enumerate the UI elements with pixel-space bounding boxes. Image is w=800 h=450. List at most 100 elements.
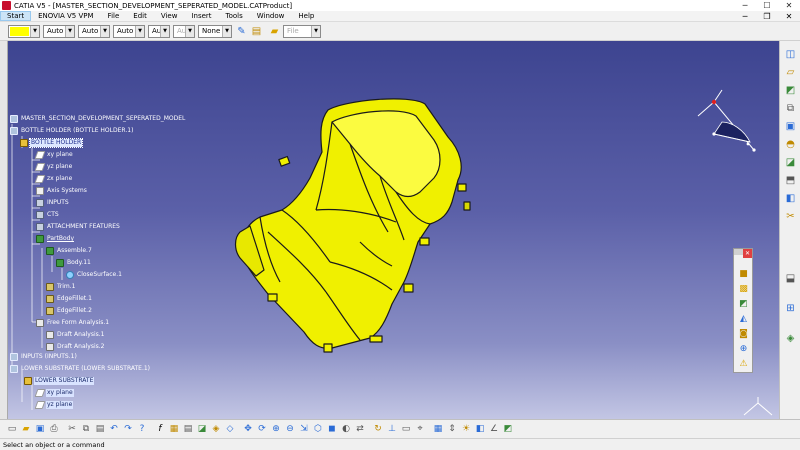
tree-node[interactable]: BOTTLE HOLDER (BOTTLE HOLDER.1) (10, 126, 134, 136)
scale-icon[interactable]: ⇕ (446, 423, 458, 435)
tree-node[interactable]: Body.11 (56, 258, 92, 268)
zoom-in-icon[interactable]: ⊕ (270, 423, 282, 435)
tree-node[interactable]: BOTTLE HOLDER (20, 138, 84, 148)
measure-icon[interactable]: ⊞ (783, 301, 798, 316)
tree-node[interactable]: Axis Systems (36, 186, 88, 196)
sketch-icon[interactable]: ◫ (783, 47, 798, 62)
light-icon[interactable]: ☀ (460, 423, 472, 435)
menu-window[interactable]: Window (250, 12, 292, 20)
tree-node[interactable]: Draft Analysis.2 (46, 342, 105, 352)
copy-icon[interactable]: ⧉ (80, 423, 92, 435)
table-icon[interactable]: ▤ (182, 423, 194, 435)
new-icon[interactable]: ▭ (6, 423, 18, 435)
split-icon[interactable]: ⬓ (783, 271, 798, 286)
open-icon[interactable]: ▰ (20, 423, 32, 435)
tree-node[interactable]: Assemble.7 (46, 246, 93, 256)
layer-filter-combo[interactable]: None ▼ (198, 24, 232, 38)
tree-node[interactable]: EdgeFillet.2 (46, 306, 93, 316)
normal-view-icon[interactable]: ⇲ (298, 423, 310, 435)
axis-icon[interactable]: ⊥ (386, 423, 398, 435)
shading-icon[interactable]: ◼ (326, 423, 338, 435)
grid-icon[interactable]: ▦ (432, 423, 444, 435)
offset-icon[interactable]: ◧ (783, 191, 798, 206)
tree-node[interactable]: CTS (36, 210, 60, 220)
knowledge-icon[interactable]: ◪ (196, 423, 208, 435)
extrude-icon[interactable]: ▣ (783, 119, 798, 134)
catalog-icon[interactable]: ▦ (168, 423, 180, 435)
ruler-icon[interactable]: ▭ (400, 423, 412, 435)
tree-node[interactable]: INPUTS (36, 198, 70, 208)
painter-icon[interactable]: ▤ (250, 25, 263, 38)
tree-node[interactable]: LOWER SUBSTRATE (24, 376, 95, 386)
menu-start[interactable]: Start (0, 11, 32, 21)
surface-icon[interactable]: ◩ (783, 83, 798, 98)
brush-icon[interactable]: ✎ (235, 25, 248, 38)
paste-icon[interactable]: ▤ (94, 423, 106, 435)
tree-node[interactable]: yz plane (34, 400, 74, 410)
layer-combo[interactable]: Aut ▼ (173, 24, 195, 38)
doc-restore-button[interactable]: ❐ (756, 11, 778, 22)
zoom-out-icon[interactable]: ⊖ (284, 423, 296, 435)
sweep-icon[interactable]: ◪ (783, 155, 798, 170)
bottle-holder-3d-model[interactable] (220, 92, 500, 362)
tree-node[interactable]: INPUTS (INPUTS.1) (10, 352, 78, 362)
doc-minimize-button[interactable]: ─ (734, 11, 756, 22)
pointstyle-combo[interactable]: Aut ▼ (148, 24, 170, 38)
wedge-icon[interactable]: ◭ (737, 312, 750, 325)
blend-icon[interactable]: ⬒ (783, 173, 798, 188)
fly-icon[interactable]: ◇ (224, 423, 236, 435)
menu-help[interactable]: Help (291, 12, 321, 20)
compass-widget[interactable] (692, 86, 762, 166)
cube-icon[interactable]: ■ (737, 267, 750, 280)
fillet-icon[interactable]: ◓ (783, 137, 798, 152)
save-icon[interactable]: ▣ (34, 423, 46, 435)
redo-icon[interactable]: ↷ (122, 423, 134, 435)
shell-icon[interactable]: ◩ (737, 297, 750, 310)
tree-node[interactable]: PartBody (36, 234, 75, 244)
rotate-icon[interactable]: ⟳ (256, 423, 268, 435)
undo-icon[interactable]: ↶ (108, 423, 120, 435)
close-button[interactable]: ✕ (778, 0, 800, 11)
menu-view[interactable]: View (154, 12, 185, 20)
update-icon[interactable]: ↻ (372, 423, 384, 435)
tree-node[interactable]: xy plane (34, 150, 74, 160)
plane-icon[interactable]: ▱ (783, 65, 798, 80)
tree-node[interactable]: zx plane (34, 174, 73, 184)
tree-node[interactable]: LOWER SUBSTRATE (LOWER SUBSTRATE.1) (10, 364, 151, 374)
tree-node[interactable]: Trim.1 (46, 282, 77, 292)
hide-icon[interactable]: ◐ (340, 423, 352, 435)
close-icon[interactable]: ✕ (743, 249, 752, 258)
tree-node[interactable]: xy plane (34, 388, 74, 398)
tree-node[interactable]: Free Form Analysis.1 (36, 318, 110, 328)
angle-icon[interactable]: ∠ (488, 423, 500, 435)
file-combo[interactable]: File ▼ (283, 24, 321, 38)
tree-node[interactable]: CloseSurface.1 (66, 270, 123, 280)
sectioning-icon[interactable]: ◧ (474, 423, 486, 435)
cut-icon[interactable]: ✂ (66, 423, 78, 435)
tree-node[interactable]: EdgeFillet.1 (46, 294, 93, 304)
snap-icon[interactable]: ⌖ (414, 423, 426, 435)
tree-node[interactable]: ATTACHMENT FEATURES (36, 222, 121, 232)
join-icon[interactable]: ⧉ (783, 101, 798, 116)
help-icon[interactable]: ? (136, 423, 148, 435)
tree-node[interactable]: MASTER_SECTION_DEVELOPMENT_SEPERATED_MOD… (10, 114, 186, 124)
color-combo[interactable]: ▼ (8, 24, 40, 38)
transparency-combo[interactable]: Auto ▼ (43, 24, 75, 38)
target-icon[interactable]: ⊕ (737, 342, 750, 355)
tree-node[interactable]: Draft Analysis.1 (46, 330, 105, 340)
thickness-combo[interactable]: Auto ▼ (113, 24, 145, 38)
iso-view-icon[interactable]: ⬡ (312, 423, 324, 435)
minimize-button[interactable]: ─ (734, 0, 756, 11)
parameters-icon[interactable]: ◈ (210, 423, 222, 435)
draft-icon[interactable]: ◩ (502, 423, 514, 435)
open-folder-icon[interactable]: ▰ (268, 25, 281, 38)
pan-icon[interactable]: ✥ (242, 423, 254, 435)
maximize-button[interactable]: ☐ (756, 0, 778, 11)
menu-enovia[interactable]: ENOVIA V5 VPM (31, 12, 100, 20)
print-icon[interactable]: ⎙ (48, 423, 60, 435)
cylinder-icon[interactable]: ◙ (737, 327, 750, 340)
warning-icon[interactable]: ⚠ (737, 357, 750, 370)
menu-edit[interactable]: Edit (126, 12, 154, 20)
analysis-icon[interactable]: ◈ (783, 331, 798, 346)
tree-node[interactable]: yz plane (34, 162, 73, 172)
